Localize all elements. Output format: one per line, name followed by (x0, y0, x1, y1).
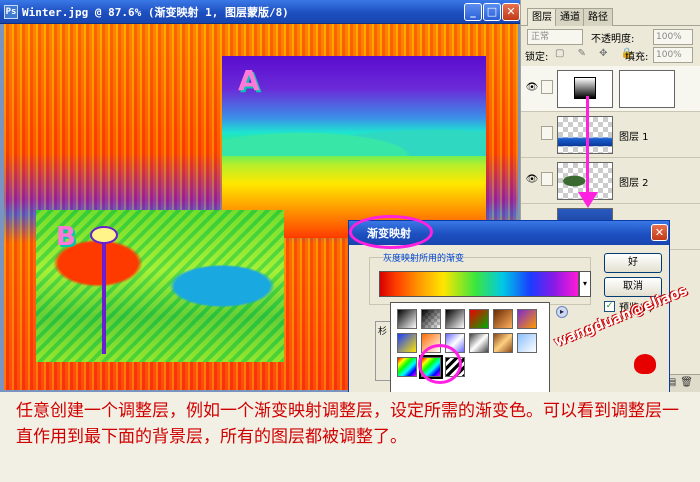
label-b: B (56, 222, 76, 252)
layer-row-layer-2[interactable]: 👁 图层 2 (521, 158, 700, 204)
close-button[interactable]: ✕ (502, 3, 520, 21)
highlight-circle (349, 215, 433, 249)
photoshop-icon: Ps (4, 5, 18, 19)
picker-menu-icon[interactable]: ▸ (556, 306, 568, 318)
gradient-preview[interactable] (379, 271, 579, 297)
maximize-button[interactable]: □ (483, 3, 501, 21)
gradient-swatch[interactable] (397, 309, 417, 329)
heart-icon (634, 354, 656, 374)
opacity-input[interactable]: 100% (653, 29, 693, 45)
opacity-label: 不透明度: (591, 34, 635, 45)
dialog-close-button[interactable]: ✕ (651, 224, 668, 241)
layer-name: 图层 1 (619, 132, 649, 143)
tab-layers[interactable]: 图层 (527, 8, 557, 26)
link-toggle[interactable] (541, 172, 553, 186)
fill-label: 填充: (625, 52, 649, 63)
blend-mode-select[interactable]: 正常 (527, 29, 583, 45)
layer-thumbnail[interactable] (557, 116, 613, 154)
minimize-button[interactable]: _ (464, 3, 482, 21)
layer-name: 图层 2 (619, 178, 649, 189)
caption-area: 任意创建一个调整层，例如一个渐变映射调整层，设定所需的渐变色。可以看到调整层一直… (0, 392, 700, 482)
eye-icon[interactable]: 👁 (525, 174, 539, 185)
ok-button[interactable]: 好 (604, 253, 662, 273)
fill-input[interactable]: 100% (653, 47, 693, 63)
annotation-arrow (586, 96, 589, 196)
lock-label: 锁定: (525, 52, 549, 63)
mask-thumbnail[interactable] (619, 70, 675, 108)
layer-row-layer-1[interactable]: 图层 1 (521, 112, 700, 158)
label-a: A (238, 64, 260, 97)
gradient-swatch[interactable] (469, 333, 489, 353)
gradient-swatch[interactable] (445, 309, 465, 329)
annotation-arrow-head (578, 192, 598, 208)
gradient-swatch[interactable] (397, 357, 417, 377)
tab-paths[interactable]: 路径 (583, 8, 613, 26)
document-title: Winter.jpg @ 87.6% (渐变映射 1, 图层蒙版/8) (22, 6, 289, 19)
highlight-circle (418, 344, 462, 384)
gradient-swatch[interactable] (517, 309, 537, 329)
gradient-swatch[interactable] (493, 333, 513, 353)
tab-channels[interactable]: 通道 (555, 8, 585, 26)
gradient-group-label: 灰度映射所用的渐变 (383, 254, 465, 264)
gradient-swatch[interactable] (421, 309, 441, 329)
adjustment-thumbnail[interactable] (557, 70, 613, 108)
link-toggle[interactable] (541, 126, 553, 140)
document-titlebar[interactable]: Ps Winter.jpg @ 87.6% (渐变映射 1, 图层蒙版/8) _… (0, 0, 520, 24)
caption-text: 任意创建一个调整层，例如一个渐变映射调整层，设定所需的渐变色。可以看到调整层一直… (16, 401, 679, 447)
gradient-swatch[interactable] (493, 309, 513, 329)
gradient-swatch[interactable] (517, 333, 537, 353)
gradient-dropdown-button[interactable]: ▾ (579, 271, 591, 297)
gradient-swatch[interactable] (469, 309, 489, 329)
link-toggle[interactable] (541, 80, 553, 94)
watermark-logo: wangduan@eliaos (552, 283, 700, 392)
gradient-swatch[interactable] (397, 333, 417, 353)
layers-panel-tabs: 图层 通道 路径 (521, 8, 700, 26)
eye-icon[interactable]: 👁 (525, 82, 539, 93)
layer-row-gradient-map[interactable]: 👁 (521, 66, 700, 112)
